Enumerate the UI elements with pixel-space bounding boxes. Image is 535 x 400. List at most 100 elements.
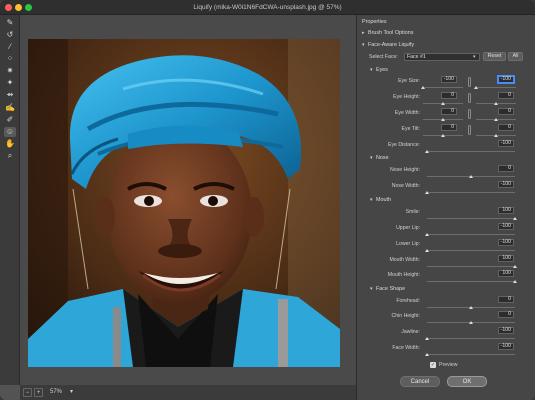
mouth-height-slider[interactable] [427, 281, 515, 282]
eye-size-left-slider-thumb[interactable] [421, 86, 425, 89]
mouth-width-slider[interactable] [427, 266, 515, 267]
section-toggle-icon[interactable]: ▾ [370, 155, 373, 162]
eye-size-label: Eye Size: [398, 78, 420, 84]
link-eyes-icon[interactable] [468, 109, 471, 119]
eye-height-left-value[interactable]: 0 [441, 92, 457, 99]
section-toggle-icon[interactable]: ▸ [362, 30, 365, 37]
eye-height-label: Eye Height: [393, 94, 420, 100]
upper-lip-slider[interactable] [427, 234, 515, 235]
eye-height-right-value[interactable]: 0 [498, 92, 514, 99]
eye-distance-slider-thumb[interactable] [425, 150, 429, 153]
chin-height-value[interactable]: 0 [498, 311, 514, 318]
face-shape-section[interactable]: Face Shape [376, 286, 405, 293]
mouth-width-slider-thumb[interactable] [513, 265, 517, 268]
nose-section[interactable]: Nose [376, 155, 389, 162]
face-tool-icon[interactable]: ☺ [4, 127, 16, 137]
lower-lip-slider-thumb[interactable] [425, 249, 429, 252]
liquify-window: Liquify (mika-W0i1N6FdCWA-unsplash.jpg @… [0, 0, 535, 400]
reconstruct-tool-icon[interactable]: ↺ [4, 30, 16, 40]
select-face-label: Select Face: [369, 54, 398, 60]
mouth-section[interactable]: Mouth [376, 197, 391, 204]
reset-button[interactable]: Reset [483, 52, 506, 61]
brush-tool-options-section[interactable]: Brush Tool Options [368, 30, 413, 37]
eye-size-left-value[interactable]: -100 [441, 76, 457, 83]
eye-height-left-slider-thumb[interactable] [441, 102, 445, 105]
section-toggle-icon[interactable]: ▾ [370, 197, 373, 204]
eye-size-right-slider-thumb[interactable] [474, 86, 478, 89]
forehead-slider-thumb[interactable] [469, 306, 473, 309]
nose-height-slider-thumb[interactable] [469, 175, 473, 178]
eye-distance-slider[interactable] [427, 151, 515, 152]
select-face-dropdown[interactable]: Face #1 [404, 53, 480, 61]
photo-preview[interactable] [28, 39, 340, 367]
nose-width-slider-thumb[interactable] [425, 191, 429, 194]
eye-width-right-slider-thumb[interactable] [494, 118, 498, 121]
jawline-value[interactable]: -100 [498, 327, 514, 334]
eye-size-left-slider[interactable] [423, 87, 463, 88]
zoom-tool-icon[interactable]: ⌕ [4, 151, 16, 161]
section-toggle-icon[interactable]: ▾ [362, 42, 365, 49]
mouth-width-label: Mouth Width: [389, 257, 420, 263]
nose-width-slider[interactable] [427, 192, 515, 193]
smooth-tool-icon[interactable]: ∕ [4, 42, 16, 52]
eyes-section[interactable]: Eyes [376, 67, 388, 74]
eye-width-left-slider-thumb[interactable] [441, 118, 445, 121]
canvas-area[interactable] [20, 15, 356, 385]
face-aware-liquify-section[interactable]: Face-Aware Liquify [368, 42, 414, 49]
mouth-height-slider-thumb[interactable] [513, 280, 517, 283]
lower-lip-value[interactable]: -100 [498, 239, 514, 246]
face-width-slider[interactable] [427, 354, 515, 355]
lower-lip-label: Lower Lip: [396, 241, 420, 247]
smile-value[interactable]: 100 [498, 207, 514, 214]
link-eyes-icon[interactable] [468, 93, 471, 103]
bloat-tool-icon[interactable]: ✦ [4, 78, 16, 88]
properties-header: Properties [362, 19, 387, 25]
all-button[interactable]: All [508, 52, 523, 61]
nose-height-value[interactable]: 0 [498, 165, 514, 172]
thaw-mask-tool-icon[interactable]: ✐ [4, 115, 16, 125]
eye-tilt-left-slider-thumb[interactable] [441, 134, 445, 137]
eye-tilt-right-slider-thumb[interactable] [494, 134, 498, 137]
link-eyes-icon[interactable] [468, 125, 471, 135]
eye-distance-value[interactable]: -100 [498, 140, 514, 147]
eye-tilt-right-value[interactable]: 0 [498, 124, 514, 131]
eye-tilt-label: Eye Tilt: [401, 126, 420, 132]
cancel-button[interactable]: Cancel [400, 376, 440, 387]
twirl-clockwise-tool-icon[interactable]: ⁘ [4, 54, 16, 64]
upper-lip-slider-thumb[interactable] [425, 233, 429, 236]
smile-slider-thumb[interactable] [513, 217, 517, 220]
freeze-mask-tool-icon[interactable]: ✍ [4, 103, 16, 113]
eye-tilt-left-value[interactable]: 0 [441, 124, 457, 131]
mouth-height-value[interactable]: 100 [498, 270, 514, 277]
section-toggle-icon[interactable]: ▾ [370, 286, 373, 293]
face-width-value[interactable]: -100 [498, 343, 514, 350]
pucker-tool-icon[interactable]: ✷ [4, 66, 16, 76]
lower-lip-slider[interactable] [427, 250, 515, 251]
forehead-value[interactable]: 0 [498, 296, 514, 303]
section-toggle-icon[interactable]: ▾ [370, 67, 373, 74]
eye-width-left-value[interactable]: 0 [441, 108, 457, 115]
zoom-out-button[interactable]: − [23, 388, 32, 397]
link-eyes-icon[interactable] [468, 77, 471, 87]
jawline-slider[interactable] [427, 338, 515, 339]
nose-width-value[interactable]: -100 [498, 181, 514, 188]
face-width-slider-thumb[interactable] [425, 353, 429, 356]
mouth-width-value[interactable]: 100 [498, 255, 514, 262]
jawline-slider-thumb[interactable] [425, 337, 429, 340]
eye-height-right-slider-thumb[interactable] [494, 102, 498, 105]
zoom-in-button[interactable]: + [34, 388, 43, 397]
ok-button[interactable]: OK [447, 376, 487, 387]
hand-tool-icon[interactable]: ✋ [4, 139, 16, 149]
eye-size-right-slider[interactable] [476, 87, 516, 88]
smile-slider[interactable] [427, 218, 515, 219]
forward-warp-tool-icon[interactable]: ✎ [4, 18, 16, 28]
preview-checkbox[interactable]: ✓ [430, 362, 436, 368]
eye-width-right-value[interactable]: 0 [498, 108, 514, 115]
face-width-label: Face Width: [392, 345, 420, 351]
zoom-dropdown-icon[interactable]: ▾ [67, 388, 76, 397]
eye-size-right-value[interactable]: -100 [498, 76, 514, 83]
chin-height-slider-thumb[interactable] [469, 321, 473, 324]
preview-label: Preview [439, 362, 458, 368]
upper-lip-value[interactable]: -100 [498, 223, 514, 230]
push-left-tool-icon[interactable]: ⇴ [4, 90, 16, 100]
